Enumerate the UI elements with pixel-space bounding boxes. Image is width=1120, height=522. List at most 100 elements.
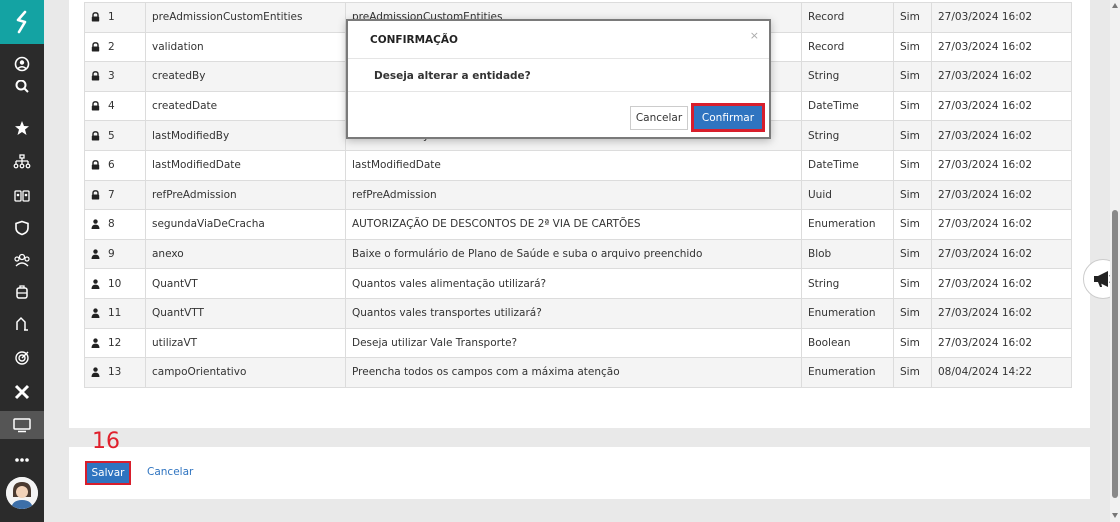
table-row[interactable]: 13 campoOrientativo Preencha todos os camp… [84, 357, 1072, 388]
row-index: 11 [84, 297, 146, 329]
row-index: 6 [84, 149, 146, 181]
field-name: validation [145, 31, 346, 63]
target-icon[interactable] [0, 344, 44, 372]
row-number: 9 [108, 248, 115, 261]
lock-icon [91, 71, 100, 81]
dialog-divider [348, 58, 769, 59]
user-icon [91, 249, 100, 260]
scroll-up-icon[interactable] [1112, 3, 1118, 8]
field-label: Preencha todos os campos com a máxima at… [345, 357, 802, 388]
row-index: 12 [84, 327, 146, 359]
row-number: 13 [108, 366, 122, 379]
field-required: Sim [893, 327, 932, 359]
row-number: 3 [108, 70, 115, 83]
row-index: 9 [84, 238, 146, 270]
dialog-cancel-button[interactable]: Cancelar [630, 106, 688, 130]
row-number: 2 [108, 40, 115, 53]
field-required: Sim [893, 209, 932, 240]
row-number: 11 [108, 307, 122, 320]
user-circle-icon[interactable] [0, 50, 44, 78]
row-index: 10 [84, 268, 146, 299]
field-required: Sim [893, 2, 932, 33]
field-date: 27/03/2024 16:02 [931, 209, 1072, 240]
user-icon [91, 279, 100, 289]
field-required: Sim [893, 61, 932, 92]
row-number: 12 [108, 336, 122, 349]
field-type: Record [801, 31, 894, 63]
row-index: 8 [84, 209, 146, 240]
row-number: 6 [108, 159, 115, 172]
lock-icon [91, 130, 100, 141]
close-icon[interactable]: × [750, 29, 759, 42]
row-number: 4 [108, 100, 115, 113]
monitor-icon[interactable] [0, 411, 44, 439]
scrollbar-thumb[interactable] [1112, 210, 1118, 498]
shield-icon[interactable] [0, 214, 44, 242]
org-chart-icon[interactable] [0, 148, 44, 176]
user-icon [91, 367, 100, 378]
people-icon[interactable] [0, 182, 44, 210]
field-date: 27/03/2024 16:02 [931, 90, 1072, 122]
row-index: 7 [84, 179, 146, 211]
star-icon[interactable] [0, 114, 44, 142]
table-row[interactable]: 7 refPreAdmission refPreAdmission Uuid Sim 27… [84, 179, 1072, 211]
field-date: 27/03/2024 16:02 [931, 238, 1072, 270]
field-required: Sim [893, 31, 932, 63]
field-type: Enumeration [801, 209, 894, 240]
table-row[interactable]: 10 QuantVT Quantos vales alimentação utili… [84, 268, 1072, 299]
field-date: 27/03/2024 16:02 [931, 120, 1072, 151]
cancel-link[interactable]: Cancelar [147, 466, 193, 478]
search-icon[interactable] [0, 80, 44, 100]
table-row[interactable]: 8 segundaViaDeCracha AUTORIZAÇÃO DE DESCON… [84, 209, 1072, 240]
more-icon[interactable] [0, 446, 44, 474]
field-required: Sim [893, 357, 932, 388]
field-label: Quantos vales alimentação utilizará? [345, 268, 802, 299]
row-index: 1 [84, 2, 146, 33]
field-name: QuantVT [145, 268, 346, 299]
save-button[interactable]: Salvar [85, 461, 131, 485]
table-row[interactable]: 12 utilizaVT Deseja utilizar Vale Transpor… [84, 327, 1072, 359]
group-icon[interactable] [0, 246, 44, 274]
field-type: Boolean [801, 327, 894, 359]
field-label: Baixe o formulário de Plano de Saúde e s… [345, 238, 802, 270]
field-name: lastModifiedBy [145, 120, 346, 151]
confirmation-dialog: CONFIRMAÇÃO × Deseja alterar a entidade?… [346, 19, 771, 139]
field-label: AUTORIZAÇÃO DE DESCONTOS DE 2ª VIA DE CA… [345, 209, 802, 240]
field-date: 27/03/2024 16:02 [931, 61, 1072, 92]
dialog-divider [348, 91, 769, 92]
avatar[interactable] [6, 477, 38, 509]
lock-icon [91, 101, 100, 111]
field-type: String [801, 61, 894, 92]
row-number: 10 [108, 277, 122, 290]
field-type: DateTime [801, 90, 894, 122]
field-required: Sim [893, 120, 932, 151]
row-number: 5 [108, 129, 115, 142]
field-name: segundaViaDeCracha [145, 209, 346, 240]
step-annotation-16: 16 [92, 429, 120, 454]
field-type: Blob [801, 238, 894, 270]
row-number: 1 [108, 11, 115, 24]
field-required: Sim [893, 268, 932, 299]
scroll-down-icon[interactable] [1112, 513, 1118, 518]
dialog-title: CONFIRMAÇÃO [370, 34, 458, 46]
field-date: 27/03/2024 16:02 [931, 327, 1072, 359]
field-name: createdBy [145, 61, 346, 92]
field-name: createdDate [145, 90, 346, 122]
backpack-icon[interactable] [0, 278, 44, 306]
page-scrollbar[interactable] [1110, 0, 1120, 522]
person-badge-icon[interactable] [0, 310, 44, 338]
close-x-icon[interactable] [0, 378, 44, 406]
field-date: 27/03/2024 16:02 [931, 297, 1072, 329]
table-row[interactable]: 9 anexo Baixe o formulário de Plano de Saú… [84, 238, 1072, 270]
field-name: refPreAdmission [145, 179, 346, 211]
table-row[interactable]: 11 QuantVTT Quantos vales transportes util… [84, 297, 1072, 329]
table-row[interactable]: 6 lastModifiedDate lastModifiedDate DateTim… [84, 149, 1072, 181]
field-type: Record [801, 2, 894, 33]
row-index: 13 [84, 357, 146, 388]
field-required: Sim [893, 90, 932, 122]
dialog-confirm-button[interactable]: Confirmar [691, 103, 765, 132]
field-type: String [801, 120, 894, 151]
row-index: 3 [84, 61, 146, 92]
user-icon [91, 308, 100, 319]
logo-icon[interactable] [0, 0, 44, 44]
